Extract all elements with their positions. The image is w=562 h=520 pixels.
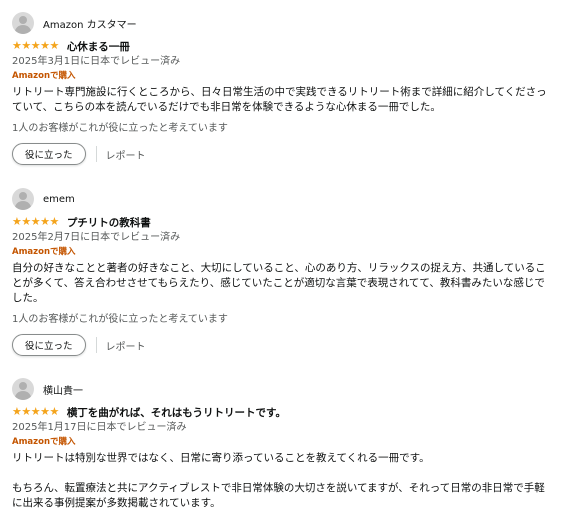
review-body: リトリートは特別な世界ではなく、日常に寄り添っていることを教えてくれる一冊です。… [12, 451, 550, 511]
reviewer-profile[interactable]: emem [12, 186, 552, 212]
review-paragraph: リトリートは特別な世界ではなく、日常に寄り添っていることを教えてくれる一冊です。 [12, 452, 430, 464]
reviewer-name[interactable]: Amazon カスタマー [43, 16, 137, 31]
review-title[interactable]: 横丁を曲がれば、それはもうリトリートです。 [67, 405, 286, 420]
star-rating-icon[interactable]: ★★★★★ [12, 39, 59, 53]
review-title[interactable]: プチリトの教科書 [67, 215, 151, 230]
review-body: 自分の好きなことと著者の好きなこと、大切にしていること、心のあり方、リラックスの… [12, 261, 550, 306]
avatar-icon [12, 188, 34, 210]
review-paragraph: 自分の好きなことと著者の好きなこと、大切にしていること、心のあり方、リラックスの… [12, 262, 546, 304]
reviewer-profile[interactable]: Amazon カスタマー [12, 10, 552, 36]
report-link[interactable]: レポート [106, 147, 146, 162]
verified-purchase-badge: Amazonで購入 [12, 437, 76, 447]
helpful-count: 1人のお客様がこれが役に立ったと考えています [12, 314, 228, 325]
reviewer-name[interactable]: emem [43, 194, 75, 205]
report-link[interactable]: レポート [106, 338, 146, 353]
review-body: リトリート専門施設に行くところから、日々日常生活の中で実践できるリトリート術まで… [12, 85, 550, 115]
review-paragraph: リトリート専門施設に行くところから、日々日常生活の中で実践できるリトリート術まで… [12, 86, 547, 113]
reviewer-profile[interactable]: 横山貴一 [12, 376, 552, 402]
divider [95, 146, 97, 162]
avatar-icon [12, 378, 34, 400]
helpful-button[interactable]: 役に立った [12, 334, 86, 356]
review-item: 横山貴一 ★★★★★ 横丁を曲がれば、それはもうリトリートです。 2025年1月… [12, 376, 552, 511]
review-item: emem ★★★★★ プチリトの教科書 2025年2月7日に日本でレビュー済み … [12, 186, 552, 357]
helpful-count: 1人のお客様がこれが役に立ったと考えています [12, 123, 228, 134]
verified-purchase-badge: Amazonで購入 [12, 71, 76, 81]
review-paragraph: もちろん、転置療法と共にアクティブレストで非日常体験の大切さを説いてますが、それ… [12, 482, 545, 509]
review-title[interactable]: 心休まる一冊 [67, 39, 130, 54]
star-rating-icon[interactable]: ★★★★★ [12, 215, 59, 229]
review-date: 2025年2月7日に日本でレビュー済み [12, 232, 181, 243]
divider [95, 337, 97, 353]
star-rating-icon[interactable]: ★★★★★ [12, 405, 59, 419]
helpful-button[interactable]: 役に立った [12, 143, 86, 165]
avatar-icon [12, 12, 34, 34]
review-date: 2025年1月17日に日本でレビュー済み [12, 422, 187, 433]
verified-purchase-badge: Amazonで購入 [12, 247, 76, 257]
reviewer-name[interactable]: 横山貴一 [43, 382, 83, 397]
review-item: Amazon カスタマー ★★★★★ 心休まる一冊 2025年3月1日に日本でレ… [12, 10, 552, 166]
review-date: 2025年3月1日に日本でレビュー済み [12, 56, 181, 67]
